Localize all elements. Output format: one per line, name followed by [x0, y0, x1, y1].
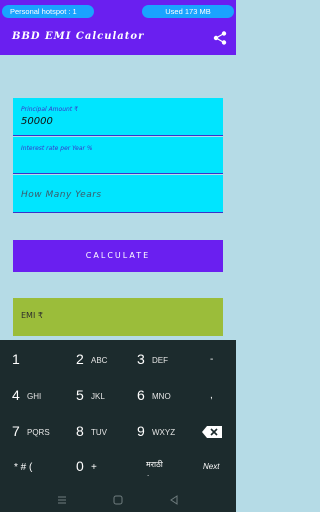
key-letters: TUV: [91, 428, 107, 437]
menu-icon[interactable]: [55, 493, 69, 507]
space-dot-key[interactable]: .: [147, 469, 149, 478]
principal-amount-value: 50000: [21, 116, 53, 127]
share-icon[interactable]: [213, 31, 227, 45]
key-letters: JKL: [91, 392, 105, 401]
key-digit: 1: [12, 351, 20, 367]
back-icon[interactable]: [167, 493, 181, 507]
key-1[interactable]: 1: [12, 342, 62, 378]
status-bar: Personal hotspot : 1 Used 173 MB: [0, 0, 236, 22]
key-digit: 2: [76, 351, 84, 367]
calculate-button[interactable]: CALCULATE: [13, 240, 223, 272]
key-letters: DEF: [152, 356, 168, 365]
principal-amount-label: Principal Amount ₹: [21, 106, 78, 113]
key-0[interactable]: 0: [76, 458, 84, 474]
plus-key[interactable]: +: [91, 462, 97, 473]
hyphen-key[interactable]: -: [210, 354, 213, 365]
hotspot-indicator[interactable]: Personal hotspot : 1: [2, 5, 94, 18]
home-icon[interactable]: [111, 493, 125, 507]
key-digit: 6: [137, 387, 145, 403]
navigation-bar: [0, 488, 236, 512]
years-placeholder: How Many Years: [21, 190, 102, 200]
key-letters: WXYZ: [152, 428, 176, 437]
key-letters: MNO: [152, 392, 171, 401]
app-bar: BBD EMI Calculator: [0, 22, 236, 55]
comma-key[interactable]: ,: [210, 390, 213, 401]
key-digit: 7: [12, 423, 20, 439]
key-4[interactable]: 4 GHI: [12, 378, 62, 414]
key-9[interactable]: 9 WXYZ: [137, 414, 187, 450]
key-digit: 5: [76, 387, 84, 403]
key-digit: 3: [137, 351, 145, 367]
next-key[interactable]: Next: [203, 462, 219, 471]
interest-rate-field[interactable]: Interest rate per Year %: [13, 137, 223, 174]
data-usage-indicator[interactable]: Used 173 MB: [142, 5, 234, 18]
symbols-key[interactable]: * # (: [14, 462, 32, 473]
key-digit: 8: [76, 423, 84, 439]
years-field[interactable]: How Many Years: [13, 175, 223, 213]
emi-label: EMI ₹: [21, 311, 43, 320]
emi-result: EMI ₹: [13, 298, 223, 336]
key-letters: PQRS: [27, 428, 50, 437]
key-6[interactable]: 6 MNO: [137, 378, 187, 414]
key-digit: 4: [12, 387, 20, 403]
key-digit: 9: [137, 423, 145, 439]
backspace-icon[interactable]: [202, 426, 222, 438]
key-7[interactable]: 7 PQRS: [12, 414, 62, 450]
numeric-keypad: 1 2 ABC 3 DEF - 4 GHI 5 JKL 6 MNO , 7 PQ…: [0, 340, 236, 488]
key-letters: GHI: [27, 392, 42, 401]
screen: Personal hotspot : 1 Used 173 MB BBD EMI…: [0, 0, 236, 512]
key-3[interactable]: 3 DEF: [137, 342, 187, 378]
key-2[interactable]: 2 ABC: [76, 342, 126, 378]
key-5[interactable]: 5 JKL: [76, 378, 126, 414]
key-8[interactable]: 8 TUV: [76, 414, 126, 450]
interest-rate-label: Interest rate per Year %: [21, 145, 93, 152]
app-title: BBD EMI Calculator: [12, 31, 145, 42]
key-letters: ABC: [91, 356, 108, 365]
principal-amount-field[interactable]: Principal Amount ₹ 50000: [13, 98, 223, 136]
